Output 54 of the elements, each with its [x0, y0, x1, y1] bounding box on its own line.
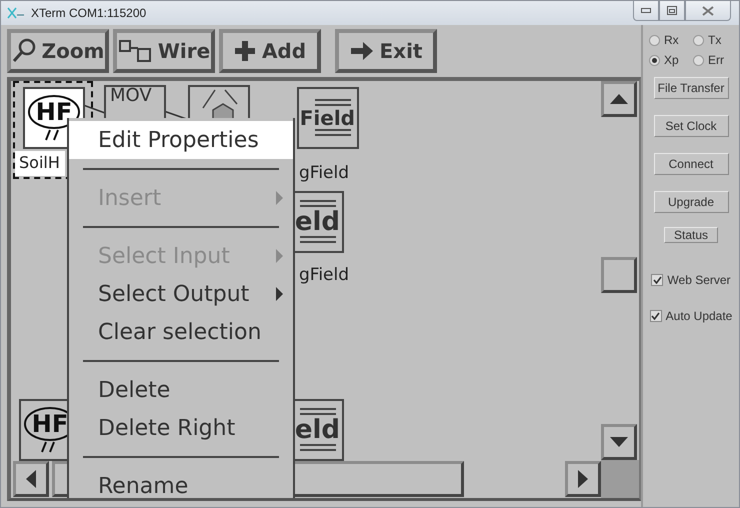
checkmark-icon [651, 312, 660, 320]
field-node[interactable]: eld [293, 191, 344, 253]
maximize-button[interactable] [659, 1, 685, 21]
menu-item[interactable]: Edit Properties [69, 121, 293, 159]
side-button[interactable]: Status [664, 227, 718, 243]
toolbar-button[interactable]: Add [219, 29, 321, 73]
triangle-up-icon [610, 94, 628, 104]
field-node[interactable]: eld [293, 399, 344, 461]
plus-icon [234, 40, 256, 62]
node-text: eld [295, 417, 340, 443]
radio-button[interactable]: Xp [649, 53, 693, 67]
window-title: XTerm COM1:115200 [31, 6, 148, 20]
scrollbar-corner [601, 460, 639, 498]
radio-button[interactable]: Tx [693, 33, 733, 47]
field-node[interactable]: Field [297, 87, 359, 149]
menu-item[interactable]: Clear selection [69, 313, 293, 351]
checkbox[interactable]: Web Server [651, 273, 731, 287]
side-button[interactable]: Connect [654, 153, 728, 175]
menu-item[interactable]: Select Output [69, 275, 293, 313]
checkbox[interactable]: Auto Update [650, 309, 732, 323]
scroll-left-button[interactable] [13, 461, 49, 497]
node-text: MOV [110, 87, 152, 105]
arrow-right-icon [350, 41, 374, 61]
node-label: SoilH [15, 151, 65, 176]
magnifier-icon [12, 38, 36, 64]
radio-dot-icon [652, 58, 657, 62]
radio-button[interactable]: Err [693, 53, 733, 67]
toolbar-button[interactable]: Wire [113, 29, 215, 73]
radio-button[interactable]: Rx [649, 33, 693, 47]
side-button[interactable]: Set Clock [654, 115, 728, 137]
two-squares-icon [118, 39, 152, 63]
triangle-down-icon [610, 437, 628, 447]
maximize-icon [667, 6, 677, 15]
side-button[interactable]: File Transfer [654, 77, 728, 99]
triangle-right-icon [578, 470, 588, 488]
close-button[interactable] [685, 1, 731, 21]
menu-item[interactable]: Rename [69, 467, 293, 498]
close-icon [702, 6, 714, 16]
triangle-left-icon [26, 470, 36, 488]
side-button[interactable]: Upgrade [654, 191, 728, 213]
node-text: Field [300, 108, 355, 128]
toolbar-button[interactable]: Exit [335, 29, 437, 73]
node-label: gField [298, 265, 350, 285]
toolbar-button[interactable]: Zoom [7, 29, 109, 73]
checkmark-icon [652, 276, 662, 284]
node-text: eld [295, 209, 340, 235]
node-label: gField [298, 163, 350, 183]
scroll-right-button[interactable] [565, 461, 601, 497]
scroll-down-button[interactable] [601, 424, 637, 460]
minimize-icon [641, 8, 651, 14]
scroll-up-button[interactable] [601, 81, 637, 117]
scroll-thumb[interactable] [601, 257, 637, 293]
app-icon [7, 7, 25, 19]
minimize-button[interactable] [633, 1, 659, 21]
